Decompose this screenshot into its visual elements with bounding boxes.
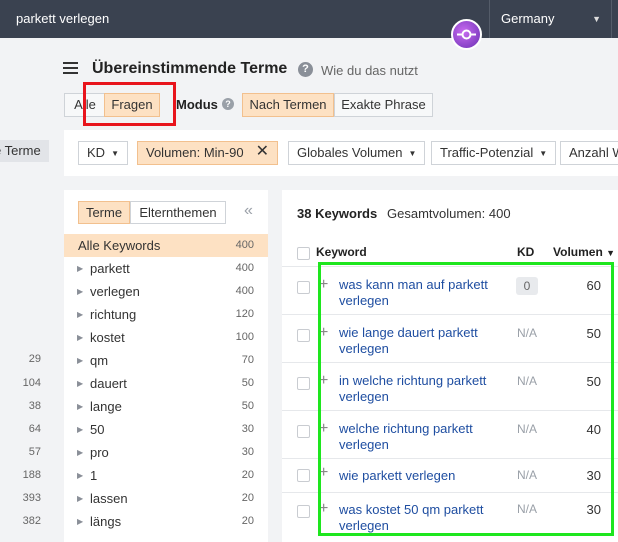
top-bar: parkett verlegen Germany ▼ <box>0 0 618 38</box>
expand-arrow-icon: ▶ <box>77 379 84 388</box>
country-label: Germany <box>501 11 555 26</box>
expand-arrow-icon: ▶ <box>77 494 84 503</box>
expand-arrow-icon: ▶ <box>77 333 84 342</box>
expand-arrow-icon: ▶ <box>77 287 84 296</box>
caret-down-icon: ▼ <box>408 149 417 158</box>
term-row[interactable]: ▶ verlegen 400 <box>64 280 268 303</box>
expand-arrow-icon: ▶ <box>77 448 84 457</box>
page-title: Übereinstimmende Terme <box>92 60 288 77</box>
help-link[interactable]: Wie du das nutzt <box>321 63 418 78</box>
left-edge-number: 57 <box>28 446 41 458</box>
volume-filter[interactable]: Volumen: Min-90 ✕ <box>137 141 278 165</box>
tab-parent-topics[interactable]: Elternthemen <box>130 201 226 224</box>
left-edge-number: 393 <box>22 492 41 504</box>
term-row[interactable]: ▶ kostet 100 <box>64 326 268 349</box>
highlight-green-box <box>318 262 614 536</box>
filter-bar: KD ▼ Volumen: Min-90 ✕ Globales Volumen ▼ T… <box>64 130 618 176</box>
left-edge-number: 188 <box>22 469 41 481</box>
term-row[interactable]: ▶ 1 20 <box>64 464 268 487</box>
left-edge-tag: e Terme <box>0 140 49 162</box>
select-all-checkbox[interactable] <box>297 247 310 260</box>
term-row[interactable]: ▶ lassen 20 <box>64 487 268 510</box>
expand-arrow-icon: ▶ <box>77 356 84 365</box>
kd-filter[interactable]: KD ▼ <box>78 141 128 165</box>
expand-arrow-icon: ▶ <box>77 264 84 273</box>
expand-arrow-icon: ▶ <box>77 471 84 480</box>
by-terms-button[interactable]: Nach Termen <box>242 93 334 117</box>
left-edge-number: 382 <box>22 515 41 527</box>
column-volume[interactable]: Volumen ▼ <box>553 245 615 259</box>
search-input[interactable]: parkett verlegen <box>0 0 490 38</box>
left-edge-number: 38 <box>28 400 41 412</box>
close-icon[interactable]: ✕ <box>256 142 269 162</box>
row-checkbox[interactable] <box>297 329 310 342</box>
exact-phrase-button[interactable]: Exakte Phrase <box>334 93 433 117</box>
traffic-potential-filter[interactable]: Traffic-Potenzial ▼ <box>431 141 557 165</box>
row-checkbox[interactable] <box>297 425 310 438</box>
tab-terms[interactable]: Terme <box>78 201 130 224</box>
expand-arrow-icon: ▶ <box>77 425 84 434</box>
term-row[interactable]: ▶ pro 30 <box>64 441 268 464</box>
term-row[interactable]: ▶ qm 70 <box>64 349 268 372</box>
expand-arrow-icon: ▶ <box>77 310 84 319</box>
row-checkbox[interactable] <box>297 377 310 390</box>
total-volume: Gesamtvolumen: 400 <box>387 206 511 221</box>
help-icon[interactable]: ? <box>298 62 313 77</box>
mode-help-icon[interactable]: ? <box>222 98 234 110</box>
row-checkbox[interactable] <box>297 469 310 482</box>
expand-arrow-icon: ▶ <box>77 517 84 526</box>
global-volume-filter[interactable]: Globales Volumen ▼ <box>288 141 426 165</box>
left-edge-number: 104 <box>22 377 41 389</box>
term-row[interactable]: ▶ 50 30 <box>64 418 268 441</box>
sort-desc-icon: ▼ <box>606 248 616 258</box>
terms-panel: Terme Elternthemen « Alle Keywords 400 ▶ p… <box>64 190 268 542</box>
expand-arrow-icon: ▶ <box>77 402 84 411</box>
caret-down-icon: ▼ <box>539 149 548 158</box>
term-row[interactable]: ▶ dauert 50 <box>64 372 268 395</box>
chevron-down-icon: ▼ <box>592 14 601 24</box>
word-count-filter[interactable]: Anzahl W <box>560 141 618 165</box>
term-row[interactable]: ▶ längs 20 <box>64 510 268 533</box>
keyword-count: 38 Keywords <box>297 206 378 221</box>
column-kd[interactable]: KD <box>517 245 534 259</box>
collapse-icon[interactable]: « <box>244 202 253 220</box>
menu-icon[interactable] <box>63 62 78 74</box>
term-row-all[interactable]: Alle Keywords 400 <box>64 234 268 257</box>
column-keyword[interactable]: Keyword <box>316 245 367 259</box>
highlight-red-box <box>83 82 176 126</box>
left-edge-number: 29 <box>28 353 41 365</box>
mode-label: Modus <box>176 97 218 112</box>
term-row[interactable]: ▶ lange 50 <box>64 395 268 418</box>
left-edge-number: 64 <box>28 423 41 435</box>
extension-logo-icon[interactable] <box>451 19 482 50</box>
term-row[interactable]: ▶ parkett 400 <box>64 257 268 280</box>
term-row[interactable]: ▶ richtung 120 <box>64 303 268 326</box>
row-checkbox[interactable] <box>297 505 310 518</box>
country-select[interactable]: Germany ▼ <box>490 0 612 38</box>
caret-down-icon: ▼ <box>111 149 119 158</box>
row-checkbox[interactable] <box>297 281 310 294</box>
